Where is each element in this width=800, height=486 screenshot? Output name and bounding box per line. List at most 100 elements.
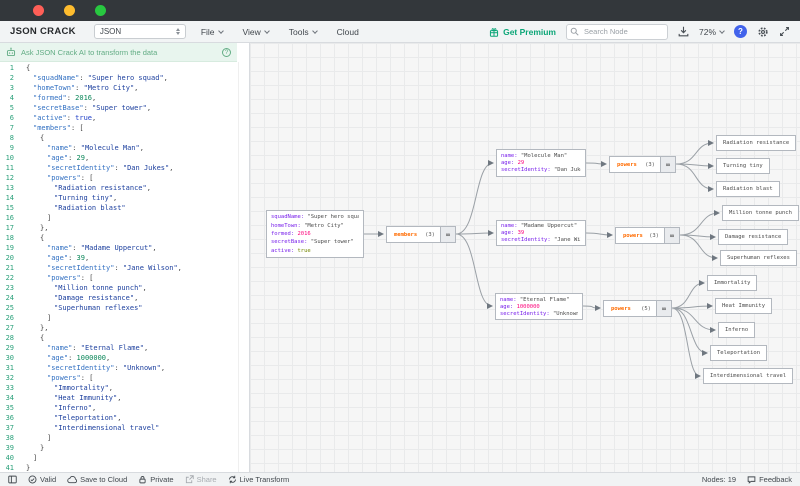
code-text: }, bbox=[22, 223, 48, 233]
search-icon bbox=[570, 27, 579, 36]
editor-line[interactable]: 31"secretIdentity": "Unknown", bbox=[0, 363, 238, 373]
graph-node-powers-2[interactable]: powers(3)∞ bbox=[615, 227, 680, 244]
collapse-link-icon[interactable]: ∞ bbox=[440, 227, 455, 242]
editor-line[interactable]: 15"Radiation blast" bbox=[0, 203, 238, 213]
search-node-input[interactable] bbox=[566, 24, 668, 40]
app-logo[interactable]: JSON CRACK bbox=[10, 26, 76, 37]
editor-line[interactable]: 33"Immortality", bbox=[0, 383, 238, 393]
editor-line[interactable]: 11"secretIdentity": "Dan Jukes", bbox=[0, 163, 238, 173]
menu-cloud[interactable]: Cloud bbox=[332, 24, 364, 40]
graph-node-member-1[interactable]: name: "Molecule Man"age: 29secretIdentit… bbox=[496, 149, 586, 177]
graph-node-root[interactable]: squadName: "Super hero squad"homeTown: "… bbox=[266, 210, 364, 258]
editor-line[interactable]: 39} bbox=[0, 443, 238, 453]
graph-node-leaf-10[interactable]: Teleportation bbox=[710, 345, 767, 361]
editor-line[interactable]: 37"Interdimensional travel" bbox=[0, 423, 238, 433]
editor-line[interactable]: 20"age": 39, bbox=[0, 253, 238, 263]
json-editor[interactable]: 1{2"squadName": "Super hero squad",3"hom… bbox=[0, 62, 238, 472]
editor-line[interactable]: 23"Million tonne punch", bbox=[0, 283, 238, 293]
editor-line[interactable]: 4"formed": 2016, bbox=[0, 93, 238, 103]
editor-line[interactable]: 10"age": 29, bbox=[0, 153, 238, 163]
graph-node-leaf-4[interactable]: Million tonne punch bbox=[722, 205, 799, 221]
fullscreen-button[interactable] bbox=[779, 26, 790, 37]
editor-line[interactable]: 7"members": [ bbox=[0, 123, 238, 133]
editor-line[interactable]: 22"powers": [ bbox=[0, 273, 238, 283]
editor-line[interactable]: 3"homeTown": "Metro City", bbox=[0, 83, 238, 93]
zoom-control[interactable]: 72% bbox=[699, 27, 724, 37]
editor-line[interactable]: 35"Inferno", bbox=[0, 403, 238, 413]
editor-line[interactable]: 25"Superhuman reflexes" bbox=[0, 303, 238, 313]
graph-node-leaf-1[interactable]: Radiation resistance bbox=[716, 135, 796, 151]
graph-node-leaf-3[interactable]: Radiation blast bbox=[716, 181, 780, 197]
editor-line[interactable]: 29"name": "Eternal Flame", bbox=[0, 343, 238, 353]
live-transform-toggle[interactable]: Live Transform bbox=[228, 475, 290, 484]
editor-line[interactable]: 24"Damage resistance", bbox=[0, 293, 238, 303]
menu-file[interactable]: File bbox=[196, 24, 228, 40]
editor-line[interactable]: 30"age": 1000000, bbox=[0, 353, 238, 363]
editor-line[interactable]: 18{ bbox=[0, 233, 238, 243]
editor-line[interactable]: 34"Heat Immunity", bbox=[0, 393, 238, 403]
menu-tools[interactable]: Tools bbox=[284, 24, 322, 40]
editor-line[interactable]: 16] bbox=[0, 213, 238, 223]
graph-node-member-3[interactable]: name: "Eternal Flame"age: 1000000secretI… bbox=[495, 293, 583, 320]
editor-line[interactable]: 28{ bbox=[0, 333, 238, 343]
line-number: 29 bbox=[0, 343, 22, 353]
editor-line[interactable]: 21"secretIdentity": "Jane Wilson", bbox=[0, 263, 238, 273]
collapse-link-icon[interactable]: ∞ bbox=[656, 301, 671, 316]
graph-node-leaf-8[interactable]: Heat Immunity bbox=[715, 298, 772, 314]
private-button[interactable]: Private bbox=[138, 475, 173, 484]
editor-line[interactable]: 6"active": true, bbox=[0, 113, 238, 123]
ai-prompt-bar[interactable]: Ask JSON Crack AI to transform the data … bbox=[0, 43, 237, 62]
editor-line[interactable]: 17}, bbox=[0, 223, 238, 233]
editor-line[interactable]: 9"name": "Molecule Man", bbox=[0, 143, 238, 153]
editor-line[interactable]: 2"squadName": "Super hero squad", bbox=[0, 73, 238, 83]
editor-line[interactable]: 26] bbox=[0, 313, 238, 323]
graph-node-powers-1[interactable]: powers(3)∞ bbox=[609, 156, 676, 173]
code-text: "Superhuman reflexes" bbox=[22, 303, 143, 313]
graph-node-members[interactable]: members(3)∞ bbox=[386, 226, 456, 243]
editor-line[interactable]: 1{ bbox=[0, 63, 238, 73]
graph-node-leaf-11[interactable]: Interdimensional travel bbox=[703, 368, 793, 384]
editor-line[interactable]: 8{ bbox=[0, 133, 238, 143]
get-premium-button[interactable]: Get Premium bbox=[489, 27, 556, 37]
feedback-button[interactable]: Feedback bbox=[747, 475, 792, 484]
download-image-button[interactable] bbox=[678, 26, 689, 37]
editor-line[interactable]: 14"Turning tiny", bbox=[0, 193, 238, 203]
graph-node-leaf-6[interactable]: Superhuman reflexes bbox=[720, 250, 797, 266]
graph-node-leaf-5[interactable]: Damage resistance bbox=[718, 229, 788, 245]
editor-line[interactable]: 12"powers": [ bbox=[0, 173, 238, 183]
graph-node-leaf-2[interactable]: Turning tiny bbox=[716, 158, 770, 174]
editor-line[interactable]: 13"Radiation resistance", bbox=[0, 183, 238, 193]
editor-line[interactable]: 32"powers": [ bbox=[0, 373, 238, 383]
menu-view[interactable]: View bbox=[238, 24, 274, 40]
editor-line[interactable]: 38] bbox=[0, 433, 238, 443]
editor-scrollbar[interactable] bbox=[238, 62, 249, 472]
graph-node-powers-3[interactable]: powers(5)∞ bbox=[603, 300, 672, 317]
line-number: 22 bbox=[0, 273, 22, 283]
maximize-window-button[interactable] bbox=[95, 5, 106, 16]
graph-node-leaf-9[interactable]: Inferno bbox=[718, 322, 755, 338]
editor-line[interactable]: 41} bbox=[0, 463, 238, 472]
save-to-cloud-button[interactable]: Save to Cloud bbox=[67, 475, 127, 484]
help-circle-icon[interactable]: ? bbox=[222, 48, 231, 57]
collapse-link-icon[interactable]: ∞ bbox=[660, 157, 675, 172]
collapse-link-icon[interactable]: ∞ bbox=[664, 228, 679, 243]
editor-line[interactable]: 27}, bbox=[0, 323, 238, 333]
graph-node-member-2[interactable]: name: "Madame Uppercut"age: 39secretIden… bbox=[496, 220, 586, 246]
graph-node-leaf-7[interactable]: Immortality bbox=[707, 275, 757, 291]
graph-canvas[interactable]: squadName: "Super hero squad"homeTown: "… bbox=[250, 43, 800, 472]
close-window-button[interactable] bbox=[33, 5, 44, 16]
settings-button[interactable] bbox=[757, 26, 769, 38]
editor-line[interactable]: 19"name": "Madame Uppercut", bbox=[0, 243, 238, 253]
chevron-down-icon bbox=[218, 28, 224, 34]
share-button[interactable]: Share bbox=[185, 475, 217, 484]
format-select[interactable]: JSON bbox=[94, 24, 186, 39]
toggle-panel-button[interactable] bbox=[8, 475, 17, 484]
toolbar: JSON CRACK JSON File View Tools Cloud Ge… bbox=[0, 21, 800, 43]
editor-line[interactable]: 36"Teleportation", bbox=[0, 413, 238, 423]
minimize-window-button[interactable] bbox=[64, 5, 75, 16]
gear-icon bbox=[757, 26, 769, 38]
editor-line[interactable]: 5"secretBase": "Super tower", bbox=[0, 103, 238, 113]
help-button[interactable]: ? bbox=[734, 25, 747, 38]
chevron-down-icon bbox=[264, 28, 270, 34]
editor-line[interactable]: 40] bbox=[0, 453, 238, 463]
